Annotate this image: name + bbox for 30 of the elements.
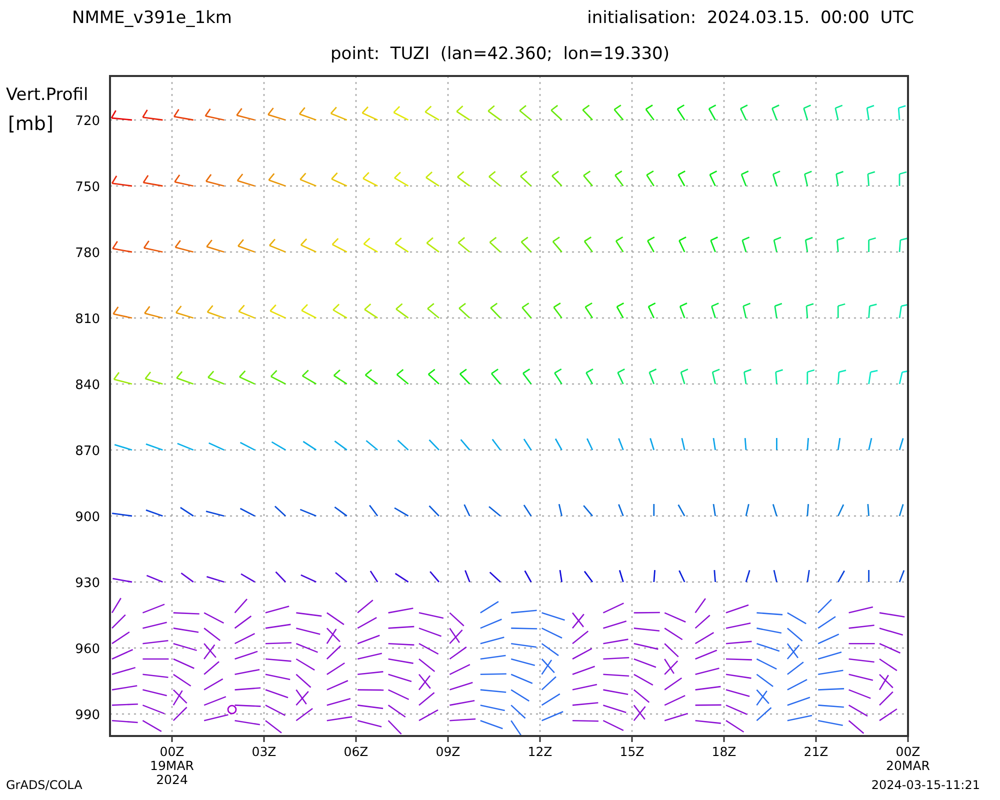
axis-tick-label: 720	[75, 114, 100, 129]
calm-circle-icon	[227, 704, 237, 714]
axis-tick-label: 870	[75, 444, 100, 459]
axis-tick-label: 00Z	[896, 744, 920, 759]
axis-date-label: 2024	[156, 772, 188, 784]
software-credit: GrADS/COLA	[6, 778, 82, 792]
point-title: point: TUZI (lan=42.360; lon=19.330)	[330, 44, 670, 64]
axis-tick-label: 15Z	[620, 744, 644, 759]
axis-tick-label: 810	[75, 312, 100, 327]
axis-tick-label: 18Z	[712, 744, 736, 759]
axis-tick-label: 03Z	[252, 744, 276, 759]
axis-date-label: 20MAR	[886, 758, 930, 773]
axis-title: Vert.Profil	[6, 85, 88, 105]
axis-tick-label: 12Z	[528, 744, 552, 759]
axis-tick-label: 00Z	[160, 744, 184, 759]
axis-title: [mb]	[8, 113, 54, 135]
axis-tick-label: 06Z	[344, 744, 368, 759]
axis-tick-label: 960	[75, 642, 100, 657]
axis-tick-label: 840	[75, 378, 100, 393]
axis-date-label: 19MAR	[150, 758, 194, 773]
timestamp: 2024-03-15-11:21	[871, 778, 980, 792]
axis-tick-label: 780	[75, 246, 100, 261]
initialisation-time: initialisation: 2024.03.15. 00:00 UTC	[587, 8, 914, 30]
axis-tick-label: 990	[75, 708, 100, 723]
axis-tick-label: 900	[75, 510, 100, 525]
model-name: NMME_v391e_1km	[72, 8, 232, 30]
axis-tick-label: 750	[75, 180, 100, 195]
axis-tick-label: 930	[75, 576, 100, 591]
axis-tick-label: 09Z	[436, 744, 460, 759]
axis-tick-label: 21Z	[804, 744, 828, 759]
